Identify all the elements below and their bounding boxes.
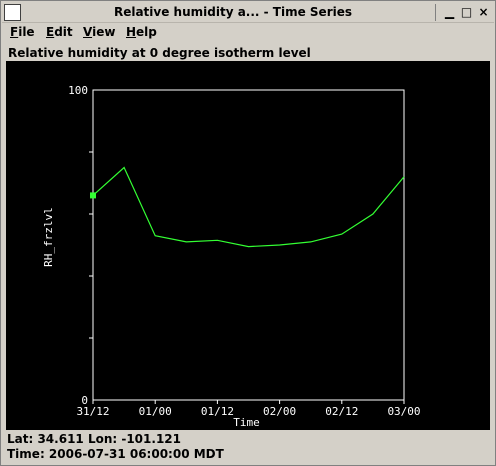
time-readout: Time: 2006-07-31 06:00:00 MDT: [7, 447, 224, 461]
x-axis-label: Time: [233, 416, 260, 429]
window-menu-icon[interactable]: [4, 4, 21, 21]
menu-view[interactable]: View: [83, 25, 115, 39]
y-tick-label: 100: [68, 84, 88, 97]
menu-edit-mnemonic: E: [46, 25, 55, 39]
x-tick-label: 01/12: [201, 405, 234, 418]
menu-help-label: elp: [136, 25, 157, 39]
maximize-icon[interactable]: □: [459, 5, 474, 20]
menu-edit-label: dit: [54, 25, 73, 39]
menu-help-mnemonic: H: [126, 25, 137, 39]
menu-view-mnemonic: V: [83, 25, 93, 39]
minimize-icon[interactable]: ▁: [442, 5, 457, 20]
title-bar[interactable]: Relative humidity a... - Time Series ▁ □…: [2, 2, 494, 23]
menu-help[interactable]: Help: [126, 25, 157, 39]
plot-title: Relative humidity at 0 degree isotherm l…: [8, 46, 311, 60]
title-divider: [435, 4, 436, 21]
chart-svg: 010031/12 01/00 01/12 02/00 02/12 03/00TimeRH…: [42, 84, 421, 429]
current-time-marker: [90, 192, 96, 199]
plot-frame: [92, 89, 405, 401]
menu-view-label: iew: [92, 25, 116, 39]
x-tick-label: 31/12: [76, 405, 109, 418]
time-series-plot[interactable]: 0 100 31/12 01/00 01/12 02/00 02/12 03/00 Time RH…: [6, 61, 490, 430]
y-axis-label: RH_frzlvl: [42, 207, 55, 267]
menu-file-label: ile: [18, 25, 35, 39]
x-tick-label: 01/00: [139, 405, 172, 418]
menu-file-mnemonic: F: [10, 25, 19, 39]
window-title: Relative humidity a... - Time Series: [113, 5, 353, 19]
x-tick-label: 02/12: [325, 405, 358, 418]
x-tick-label: 02/00: [263, 405, 296, 418]
x-tick-label: 03/00: [387, 405, 420, 418]
close-icon[interactable]: ×: [476, 5, 491, 20]
series-line: [92, 166, 405, 248]
menu-file[interactable]: File: [10, 25, 35, 39]
menu-edit[interactable]: Edit: [46, 25, 73, 39]
time-series-window: Relative humidity a... - Time Series ▁ □…: [0, 0, 496, 466]
menu-bar: File Edit View Help: [2, 23, 494, 43]
location-readout: Lat: 34.611 Lon: -101.121: [7, 432, 181, 446]
